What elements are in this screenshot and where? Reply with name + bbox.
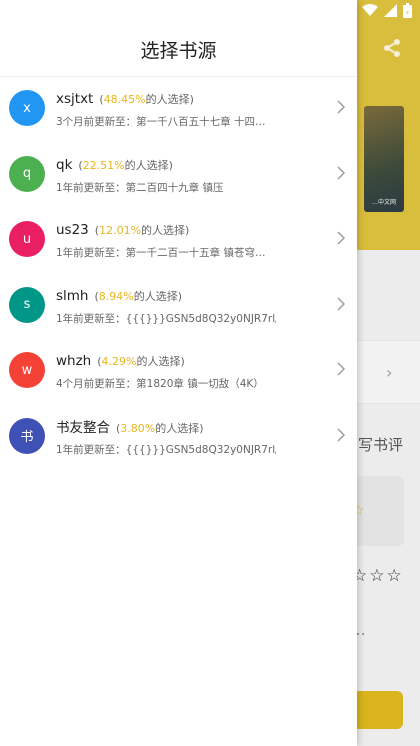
latest-update: 1年前更新至：{{{}}}GSN5d8Q32y0NJR7rl/j… (56, 443, 276, 456)
selection-rate: (22.51%的人选择) (78, 159, 173, 172)
source-name-line: whzh (4.29%的人选择) (56, 350, 185, 369)
source-item[interactable]: q qk (22.51%的人选择) 1年前更新至：第二百四十九章 镇压 (0, 141, 357, 207)
source-name: us23 (56, 222, 89, 239)
selection-rate: (4.29%的人选择) (97, 355, 185, 368)
rate-suffix: 的人选择) (155, 421, 204, 435)
source-name-line: qk (22.51%的人选择) (56, 154, 173, 173)
selection-percent: 4.29% (101, 355, 137, 369)
selection-percent: 8.94% (98, 289, 134, 303)
latest-update: 1年前更新至：{{{}}}GSN5d8Q32y0NJR7rl/j… (56, 312, 276, 325)
chevron-right-icon (337, 362, 346, 376)
source-list: x xsjtxt (48.45%的人选择) 3个月前更新至：第一千八百五十七章 十四…… (0, 75, 357, 469)
chevron-right-icon (337, 166, 346, 180)
signal-icon (384, 4, 397, 17)
drawer-title: 选择书源 (140, 40, 217, 62)
rate-suffix: 的人选择) (145, 93, 194, 106)
rating-stars[interactable]: ☆☆☆ (352, 566, 404, 586)
chevron-right-icon (337, 231, 346, 245)
selection-percent: 22.51% (82, 158, 125, 172)
source-avatar: q (9, 155, 45, 192)
source-avatar: s (9, 286, 45, 323)
source-name: whzh (56, 353, 92, 370)
source-item[interactable]: 书书友整合 (3.80%的人选择) 1年前更新至：{{{}}}GSN5d8Q32y0… (0, 403, 357, 469)
selection-rate: (48.45%的人选择) (99, 93, 194, 106)
svg-text:⚡: ⚡ (405, 9, 410, 17)
chevron-right-icon (337, 297, 346, 311)
source-item[interactable]: x xsjtxt (48.45%的人选择) 3个月前更新至：第一千八百五十七章 十四… (0, 75, 357, 141)
rate-suffix: 的人选择) (141, 224, 190, 238)
battery-icon: ⚡ (403, 3, 412, 18)
write-review-link[interactable]: 写书评 (358, 434, 403, 455)
selection-rate: (3.80%的人选择) (116, 422, 204, 435)
chevron-right-icon (337, 428, 346, 442)
chevron-right-icon: › (386, 363, 393, 382)
rate-suffix: 的人选择) (124, 158, 173, 172)
selection-percent: 3.80% (120, 421, 156, 435)
cover-caption: …中文网 (371, 199, 396, 206)
source-name-line: 书友整合 (3.80%的人选择) (56, 416, 204, 436)
source-name-line: slmh (8.94%的人选择) (56, 285, 182, 304)
source-avatar: 书 (9, 417, 45, 454)
source-name: 书友整合 (56, 419, 110, 436)
rate-suffix: 的人选择) (136, 355, 185, 369)
selection-percent: 12.01% (99, 224, 142, 238)
source-name: xsjtxt (56, 91, 94, 107)
selection-percent: 48.45% (103, 93, 146, 106)
latest-update: 3个月前更新至：第一千八百五十七章 十四… (56, 116, 266, 128)
selection-rate: (8.94%的人选择) (95, 290, 183, 303)
source-avatar: w (9, 352, 45, 389)
latest-update: 4个月前更新至：第1820章 镇一切敌（4K） (56, 378, 264, 391)
source-name-line: xsjtxt (48.45%的人选择) (56, 88, 194, 107)
rate-suffix: 的人选择) (133, 289, 183, 303)
source-drawer: 选择书源 x xsjtxt (48.45%的人选择) 3个月前更新至：第一千八百五十七… (0, 0, 357, 746)
latest-update: 1年前更新至：第二百四十九章 镇压 (56, 181, 224, 194)
latest-update: 1年前更新至：第一千二百一十五章 镇苍穹… (56, 247, 266, 260)
selection-rate: (12.01%的人选择) (95, 224, 190, 237)
share-icon[interactable] (382, 38, 402, 58)
source-item[interactable]: u us23 (12.01%的人选择) 1年前更新至：第一千二百一十五章 镇苍穹… (0, 206, 357, 272)
source-name: qk (56, 156, 73, 173)
source-item[interactable]: w whzh (4.29%的人选择) 4个月前更新至：第1820章 镇一切敌（4K） (0, 337, 357, 403)
source-avatar: u (9, 221, 45, 258)
source-item[interactable]: s slmh (8.94%的人选择) 1年前更新至：{{{}}}GSN5d8Q32y0… (0, 272, 357, 338)
wifi-icon (362, 4, 378, 16)
chevron-right-icon (337, 100, 346, 114)
source-avatar: x (9, 90, 45, 126)
source-name-line: us23 (12.01%的人选择) (56, 219, 189, 238)
source-name: slmh (56, 287, 89, 304)
drawer-header: 选择书源 (0, 0, 357, 77)
